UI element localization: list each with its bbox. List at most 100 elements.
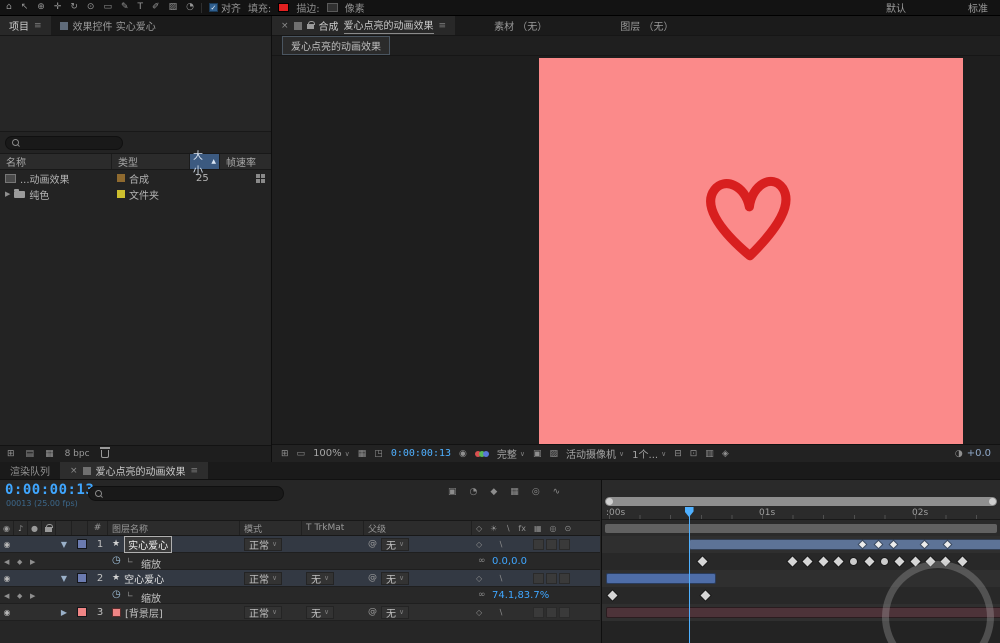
close-icon[interactable]: ×	[281, 21, 289, 31]
switch-boxes[interactable]	[533, 573, 570, 584]
exposure-control[interactable]: ◑ +0.0	[955, 448, 991, 459]
layer-row-2[interactable]: ◉ ▼ 2 ★ 空心爱心 正常∨ 无∨	[0, 570, 600, 587]
layer-duration-bar[interactable]	[689, 539, 1000, 550]
project-bit-depth[interactable]: 8 bpc	[65, 449, 90, 459]
work-area-bar[interactable]	[605, 524, 997, 533]
composition-mini-flowchart-icon[interactable]: ▣	[448, 487, 457, 497]
text-tool-icon[interactable]: T	[138, 3, 144, 12]
keyframe[interactable]	[607, 591, 617, 601]
brush-tool-icon[interactable]: ✐	[152, 3, 160, 12]
link-icon[interactable]: ∞	[478, 590, 486, 600]
fx-switch-icon[interactable]: fx	[518, 524, 526, 533]
property-name[interactable]: 缩放	[141, 556, 161, 571]
visibility-eye-icon[interactable]: ◉	[0, 536, 14, 552]
magnification-icon[interactable]: ▭	[297, 449, 306, 459]
stamp-tool-icon[interactable]: ▨	[169, 3, 178, 12]
grid-guides-icon[interactable]: ▦	[358, 449, 367, 459]
current-time-display[interactable]: 0:00:00:13	[5, 482, 94, 498]
viewer-canvas-area[interactable]	[272, 56, 1000, 444]
keyframe-toggle-icon[interactable]: ◆	[17, 592, 22, 600]
parent-select[interactable]: @ 无∨	[364, 604, 472, 620]
stopwatch-icon[interactable]: ◷	[112, 589, 121, 600]
keyframe[interactable]	[803, 557, 813, 567]
keyframe[interactable]	[881, 558, 888, 565]
project-item-row[interactable]: ▶ 纯色 文件夹	[0, 186, 271, 202]
lock-cell[interactable]	[42, 604, 56, 620]
layer-row-1[interactable]: ◉ ▼ 1 ★ 实心爱心 正常∨ @	[0, 536, 600, 553]
quality-switch-icon[interactable]: ◇	[476, 608, 482, 617]
tab-layer[interactable]: 图层 （无）	[611, 16, 682, 35]
snap-checkbox[interactable]: ✓ 对齐	[209, 0, 241, 15]
next-keyframe-icon[interactable]: ▶	[30, 592, 35, 600]
blend-mode-select[interactable]: 正常∨	[240, 604, 302, 620]
expand-arrow-icon[interactable]: ▼	[56, 536, 72, 552]
item-name[interactable]: ...动画效果	[20, 171, 70, 186]
zoom-tool-icon[interactable]: ⊕	[37, 3, 45, 12]
stopwatch-icon[interactable]: ◷	[112, 555, 121, 566]
property-name[interactable]: 缩放	[141, 590, 161, 605]
mask-visibility-icon[interactable]: ◳	[374, 449, 383, 459]
time-ruler[interactable]: :00s01s02s	[602, 507, 1000, 520]
solo-cell[interactable]	[28, 536, 42, 552]
trash-icon[interactable]	[101, 450, 109, 458]
trkmat-select[interactable]: 无∨	[302, 570, 364, 586]
camera-select[interactable]: 活动摄像机 ∨	[566, 446, 624, 461]
pickwhip-icon[interactable]: @	[368, 607, 377, 617]
parent-column[interactable]: 父级	[364, 521, 472, 535]
layer-name[interactable]: 空心爱心	[124, 571, 164, 586]
lock-cell[interactable]	[42, 536, 56, 552]
home-icon[interactable]: ⌂	[6, 3, 12, 12]
layer-name[interactable]: 实心爱心	[124, 536, 172, 553]
column-framerate[interactable]: 帧速率	[220, 154, 271, 169]
transparency-grid-icon[interactable]: ▨	[550, 449, 559, 459]
view-layout-select[interactable]: 1个... ∨	[632, 446, 666, 461]
lock-icon[interactable]	[307, 24, 314, 29]
frame-blending-icon[interactable]: ▦	[510, 487, 519, 497]
tab-timeline-comp[interactable]: × 爱心点亮的动画效果 ≡	[60, 462, 208, 479]
workspace-standard[interactable]: 标准	[968, 0, 988, 15]
prev-keyframe-icon[interactable]: ◀	[4, 558, 9, 566]
blend-mode-select[interactable]: 正常∨	[240, 570, 302, 586]
switch-boxes[interactable]	[533, 539, 570, 550]
panel-menu-icon[interactable]: ≡	[191, 466, 199, 476]
graph-editor-icon[interactable]: ∿	[553, 487, 561, 497]
layer-duration-bar[interactable]	[606, 573, 716, 584]
trkmat-cell[interactable]	[302, 536, 364, 552]
new-folder-icon[interactable]: ▤	[26, 450, 35, 459]
scale-property-row-1[interactable]: ◀ ◆ ▶ ◷ ∟ 缩放 ∞ 0.0,0.0	[0, 553, 600, 570]
3d-switch-icon[interactable]: ⊙	[565, 524, 572, 533]
breadcrumb[interactable]: 爱心点亮的动画效果	[282, 36, 390, 55]
expand-arrow-icon[interactable]: ▶	[5, 190, 10, 198]
keyframe-toggle-icon[interactable]: ◆	[17, 558, 22, 566]
pen-tool-icon[interactable]: ✎	[121, 3, 129, 12]
flowchart-icon[interactable]: ◈	[722, 449, 729, 459]
keyframe[interactable]	[895, 557, 905, 567]
layer-switches[interactable]: ◇ ∖	[472, 536, 600, 552]
solo-cell[interactable]	[28, 570, 42, 586]
label-color-chip[interactable]	[72, 536, 88, 552]
fx-switch-icon[interactable]: ∖	[498, 608, 503, 617]
pixel-aspect-icon[interactable]: ⊟	[674, 449, 682, 459]
column-name[interactable]: 名称	[0, 154, 112, 169]
selection-tool-icon[interactable]: ↖	[21, 3, 29, 12]
trkmat-select[interactable]: 无∨	[302, 604, 364, 620]
puppet-tool-icon[interactable]: ◔	[186, 3, 194, 12]
workspace-default[interactable]: 默认	[886, 0, 906, 15]
label-color-chip[interactable]	[72, 604, 88, 620]
graph-icon[interactable]: ∟	[127, 556, 134, 565]
link-icon[interactable]: ∞	[478, 556, 486, 566]
audio-cell[interactable]	[14, 570, 28, 586]
motion-blur-switch-icon[interactable]: ◎	[550, 524, 557, 533]
stroke-color-swatch[interactable]	[327, 3, 338, 12]
parent-select[interactable]: @ 无∨	[364, 570, 472, 586]
audio-cell[interactable]	[14, 536, 28, 552]
keyframe[interactable]	[850, 558, 857, 565]
fast-previews-icon[interactable]: ⊡	[690, 449, 698, 459]
always-preview-icon[interactable]: ⊞	[281, 449, 289, 459]
tab-composition[interactable]: × 合成 爱心点亮的动画效果 ≡	[272, 16, 455, 35]
timeline-jump-icon[interactable]: ▥	[705, 449, 714, 459]
keyframe[interactable]	[864, 557, 874, 567]
shy-switch-icon[interactable]: ◇	[476, 524, 482, 533]
zoom-select[interactable]: 100% ∨	[313, 448, 350, 459]
keyframe[interactable]	[834, 557, 844, 567]
